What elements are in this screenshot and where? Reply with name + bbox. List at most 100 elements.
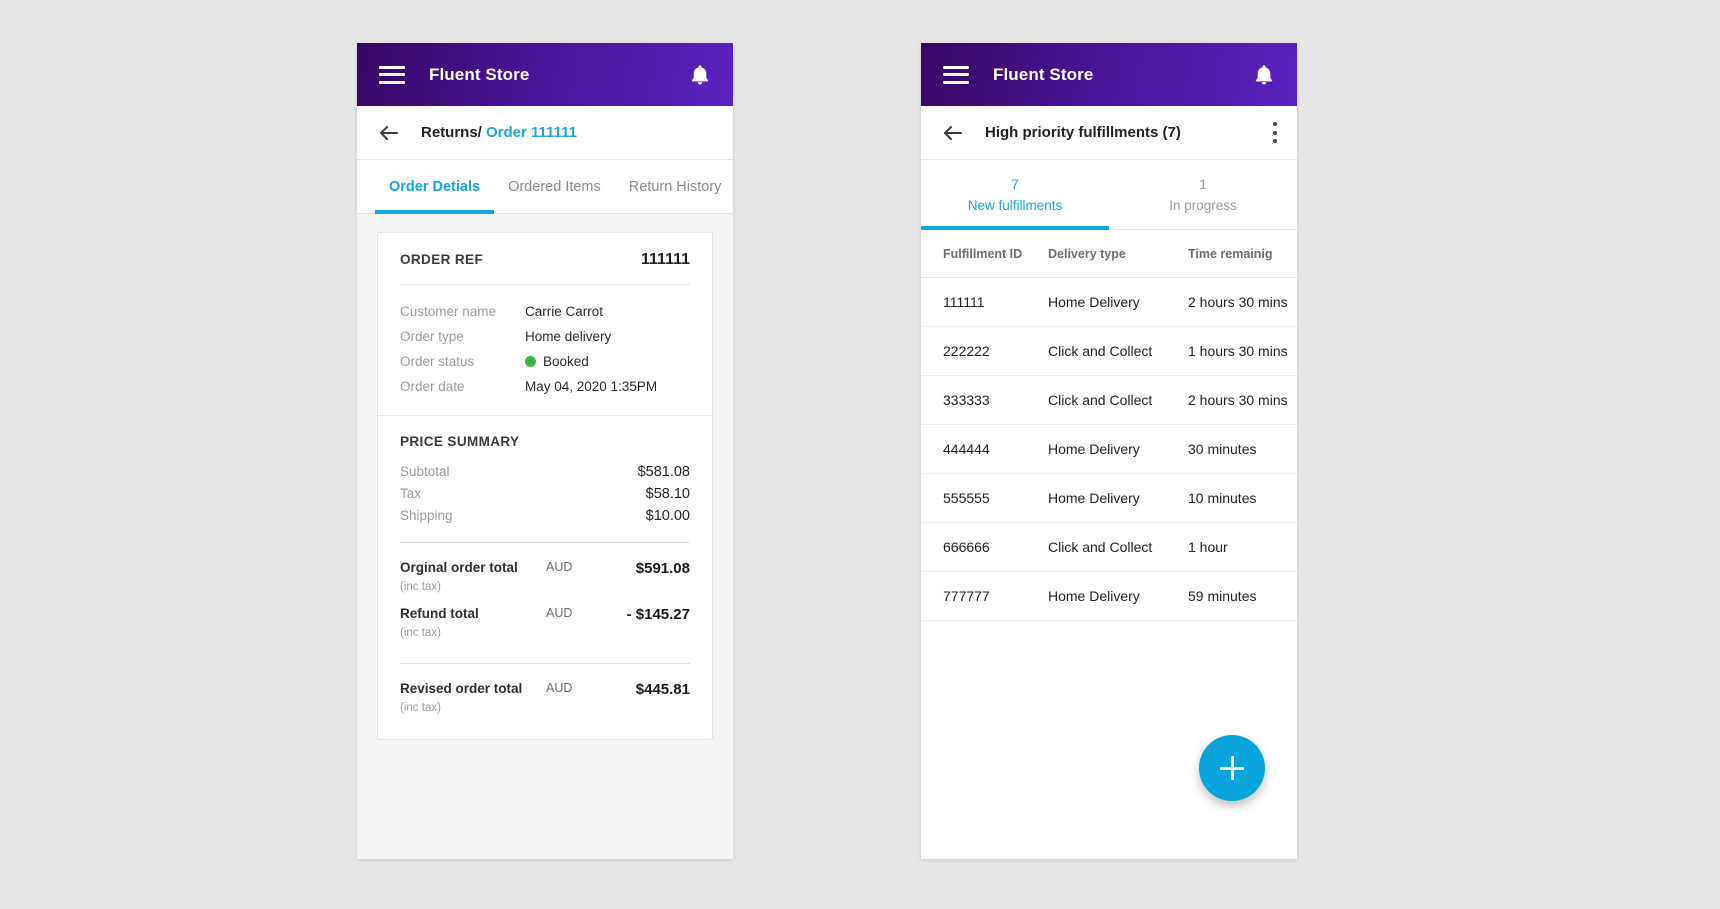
price-label: Shipping: [400, 508, 453, 523]
tab-ordered-items[interactable]: Ordered Items: [494, 160, 615, 213]
fulfillment-tabs: 7 New fulfillments 1 In progress: [921, 160, 1297, 230]
price-value: $10.00: [645, 508, 690, 524]
cell-fulfillment-id: 777777: [921, 571, 1048, 621]
tab-order-details-label: Order Detials: [389, 178, 481, 195]
detail-value: May 04, 2020 1:35PM: [525, 379, 658, 394]
fulfillments-screen: Fluent Store High priority fulfillments …: [921, 43, 1297, 859]
cell-fulfillment-id: 444444: [921, 424, 1048, 474]
total-label-block: Orginal order total (inc tax): [400, 559, 546, 595]
cell-time-remaining: 59 minutes: [1188, 571, 1297, 621]
table-body: 111111 Home Delivery 2 hours 30 mins 222…: [921, 277, 1297, 621]
detail-value: Home delivery: [525, 329, 612, 344]
tab-return-history[interactable]: Return History: [615, 160, 733, 213]
divider: [400, 663, 690, 664]
detail-row-order-type: Order type Home delivery: [400, 324, 690, 349]
breadcrumb-parent[interactable]: Returns/: [421, 124, 482, 141]
total-label-block: Revised order total (inc tax): [400, 680, 546, 716]
cell-fulfillment-id: 222222: [921, 326, 1048, 376]
order-tabs: Order Detials Ordered Items Return Histo…: [357, 160, 733, 214]
hamburger-icon[interactable]: [943, 65, 969, 84]
tab-new-fulfillments-count: 7: [1011, 177, 1019, 192]
total-row-refund: Refund total (inc tax) AUD - $145.27: [400, 602, 690, 648]
app-title: Fluent Store: [993, 64, 1094, 84]
total-sublabel: (inc tax): [400, 581, 441, 593]
fulfillments-table: Fulfillment ID Delivery type Time remain…: [921, 230, 1297, 621]
table-row[interactable]: 555555 Home Delivery 10 minutes: [921, 473, 1297, 523]
total-currency: AUD: [546, 681, 573, 695]
price-value: $581.08: [637, 464, 690, 480]
order-details-screen: Fluent Store Returns/ Order 111111 Order…: [357, 43, 733, 859]
table-head: Fulfillment ID Delivery type Time remain…: [921, 230, 1297, 278]
bell-icon[interactable]: [689, 63, 711, 87]
breadcrumb-current[interactable]: Order 111111: [486, 124, 577, 141]
cell-delivery-type: Home Delivery: [1048, 424, 1188, 474]
detail-label: Order type: [400, 329, 464, 344]
total-value: $445.81: [635, 681, 690, 698]
tab-order-details[interactable]: Order Detials: [375, 160, 495, 214]
price-value: $58.10: [645, 486, 690, 502]
add-fulfillment-fab[interactable]: [1199, 735, 1265, 801]
order-ref-row: ORDER REF 111111: [400, 251, 690, 285]
cell-delivery-type: Home Delivery: [1048, 277, 1188, 327]
app-title: Fluent Store: [429, 64, 530, 84]
hamburger-icon[interactable]: [379, 65, 405, 84]
back-arrow-icon[interactable]: [941, 121, 965, 145]
total-row-original: Orginal order total (inc tax) AUD $591.0…: [400, 556, 690, 602]
total-label: Refund total: [400, 606, 479, 621]
sub-header-right: High priority fulfillments (7): [921, 106, 1297, 160]
tab-ordered-items-label: Ordered Items: [508, 178, 601, 195]
total-label: Orginal order total: [400, 560, 518, 575]
cell-delivery-type: Home Delivery: [1048, 473, 1188, 523]
total-row-revised: Revised order total (inc tax) AUD $445.8…: [400, 677, 690, 723]
table-row[interactable]: 333333 Click and Collect 2 hours 30 mins: [921, 375, 1297, 425]
cell-time-remaining: 2 hours 30 mins: [1188, 375, 1297, 425]
column-header-delivery-type: Delivery type: [1048, 230, 1188, 278]
back-arrow-icon[interactable]: [377, 121, 401, 145]
cell-delivery-type: Click and Collect: [1048, 326, 1188, 376]
tab-in-progress[interactable]: 1 In progress: [1109, 160, 1297, 229]
cell-time-remaining: 30 minutes: [1188, 424, 1297, 474]
breadcrumb: Returns/ Order 111111: [421, 124, 577, 141]
divider: [400, 542, 690, 543]
cell-time-remaining: 2 hours 30 mins: [1188, 277, 1297, 327]
cell-delivery-type: Click and Collect: [1048, 522, 1188, 572]
order-ref-section: ORDER REF 111111 Customer name Carrie Ca…: [378, 233, 712, 415]
status-dot-icon: [525, 356, 536, 367]
price-row-subtotal: Subtotal $581.08: [400, 461, 690, 483]
detail-row-order-date: Order date May 04, 2020 1:35PM: [400, 374, 690, 399]
bell-icon[interactable]: [1253, 63, 1275, 87]
detail-value-wrap: Booked: [525, 351, 589, 372]
table-row[interactable]: 777777 Home Delivery 59 minutes: [921, 571, 1297, 621]
tab-new-fulfillments[interactable]: 7 New fulfillments: [921, 160, 1109, 230]
table-row[interactable]: 444444 Home Delivery 30 minutes: [921, 424, 1297, 474]
column-header-fulfillment-id: Fulfillment ID: [921, 230, 1048, 278]
sub-header-left: Returns/ Order 111111: [357, 106, 733, 160]
total-currency: AUD: [546, 606, 573, 620]
table-row[interactable]: 111111 Home Delivery 2 hours 30 mins: [921, 277, 1297, 327]
column-header-time-remaining: Time remainig: [1188, 230, 1297, 278]
detail-value: Carrie Carrot: [525, 304, 604, 319]
total-currency: AUD: [546, 560, 573, 574]
price-label: Subtotal: [400, 464, 450, 479]
detail-label: Order status: [400, 354, 475, 369]
total-value: $591.08: [635, 560, 690, 577]
order-card: ORDER REF 111111 Customer name Carrie Ca…: [377, 232, 713, 740]
page-title: High priority fulfillments (7): [985, 124, 1181, 141]
tab-new-fulfillments-label: New fulfillments: [967, 198, 1063, 213]
price-summary-title: PRICE SUMMARY: [400, 434, 520, 449]
total-label: Revised order total: [400, 681, 523, 696]
status-badge: Booked: [543, 354, 589, 369]
cell-time-remaining: 1 hours 30 mins: [1188, 326, 1297, 376]
detail-row-customer-name: Customer name Carrie Carrot: [400, 299, 690, 324]
total-sublabel: (inc tax): [400, 702, 441, 714]
table-row[interactable]: 222222 Click and Collect 1 hours 30 mins: [921, 326, 1297, 376]
price-label: Tax: [400, 486, 422, 501]
price-row-shipping: Shipping $10.00: [400, 505, 690, 527]
detail-row-order-status: Order status Booked: [400, 349, 690, 374]
cell-fulfillment-id: 555555: [921, 473, 1048, 523]
tab-return-history-label: Return History: [628, 178, 722, 195]
cell-delivery-type: Click and Collect: [1048, 375, 1188, 425]
cell-fulfillment-id: 111111: [921, 277, 1048, 327]
table-row[interactable]: 666666 Click and Collect 1 hour: [921, 522, 1297, 572]
more-vertical-icon[interactable]: [1272, 122, 1277, 143]
